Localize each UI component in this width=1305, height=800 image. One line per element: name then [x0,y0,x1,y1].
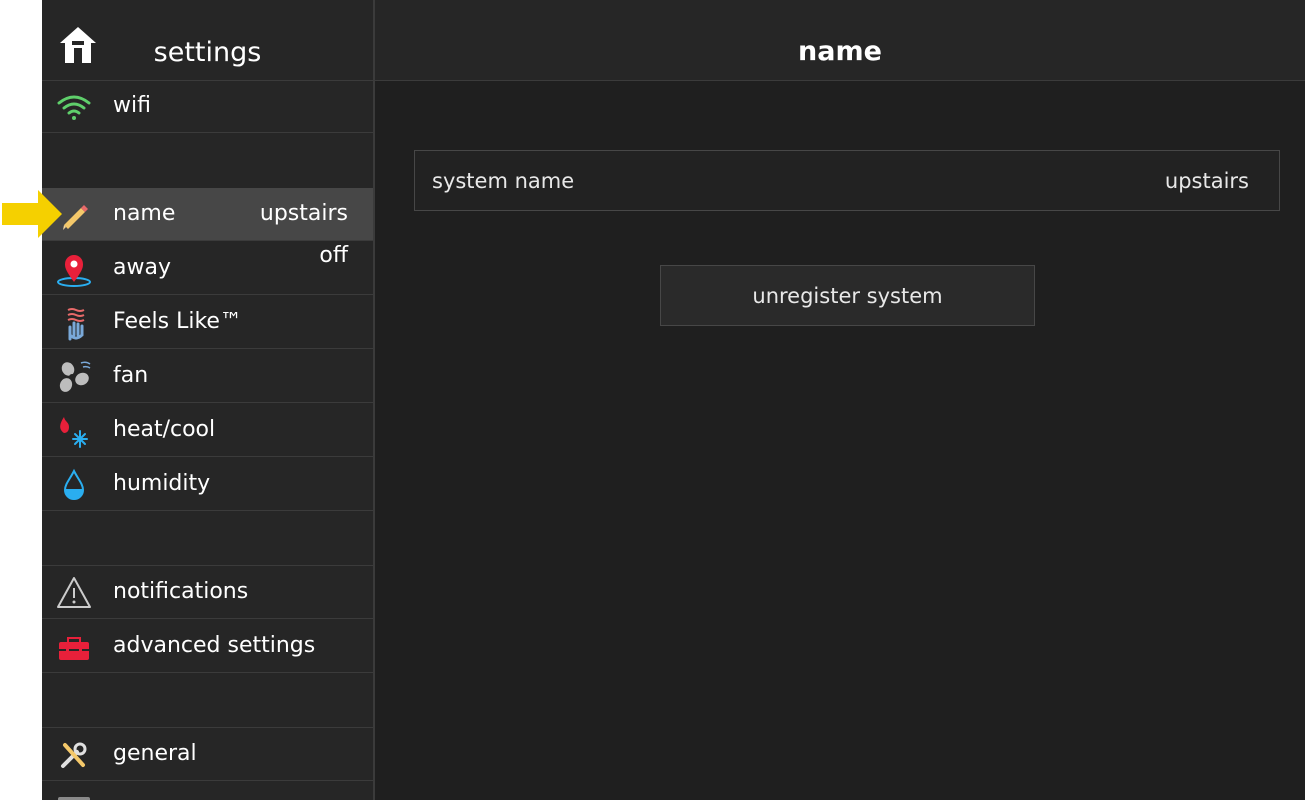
heat-cool-icon [60,417,88,448]
page-title: name [798,36,882,67]
sidebar-header: settings [42,0,373,81]
wifi-icon [57,95,91,120]
system-name-field[interactable]: system name upstairs [414,150,1280,211]
sidebar: settings wifi name upstairs away off Fee… [42,0,375,800]
system-name-value: upstairs [1164,169,1249,193]
sidebar-item-label: general [113,741,197,766]
feels-like-icon [67,308,85,341]
sidebar-item-label: heat/cool [113,417,216,442]
sidebar-item-name[interactable]: name upstairs [42,188,373,241]
sidebar-item-wifi[interactable]: wifi [42,80,373,133]
sidebar-item-value: off [319,243,348,268]
main-panel: name system name upstairs unregister sys… [375,0,1305,800]
sidebar-item-label: name [113,201,176,226]
warning-icon [57,577,91,608]
unregister-system-button[interactable]: unregister system [660,265,1035,326]
sidebar-item-label: wifi [113,93,151,118]
sidebar-item-label: away [113,255,171,280]
sidebar-item-fan[interactable]: fan [42,350,373,403]
sidebar-item-label: fan [113,363,149,388]
sidebar-spacer [42,674,373,728]
location-pin-icon [57,255,91,287]
tools-icon [61,742,87,768]
sidebar-item-label: advanced settings [113,633,316,658]
sidebar-item-label: humidity [113,471,211,496]
sidebar-item-label: notifications [113,579,249,604]
sidebar-item-humidity[interactable]: humidity [42,458,373,511]
sidebar-item-advanced-settings[interactable]: advanced settings [42,620,373,673]
sidebar-spacer [42,512,373,566]
sidebar-title: settings [153,37,262,68]
pointer-arrow-icon [2,190,62,238]
fan-icon [59,361,91,392]
display-icon [58,797,90,800]
sidebar-item-label: Feels Like™ [113,309,242,334]
sidebar-item-heat-cool[interactable]: heat/cool [42,404,373,457]
sidebar-item-away[interactable]: away off [42,242,373,295]
water-drop-icon [63,468,85,500]
sidebar-item-value: upstairs [259,201,348,226]
sidebar-item-notifications[interactable]: notifications [42,566,373,619]
main-header: name [375,0,1305,81]
sidebar-item-partial[interactable] [42,782,373,800]
sidebar-item-general[interactable]: general [42,728,373,781]
sidebar-item-feels-like[interactable]: Feels Like™ [42,296,373,349]
toolbox-icon [59,637,89,660]
system-name-label: system name [432,169,575,193]
